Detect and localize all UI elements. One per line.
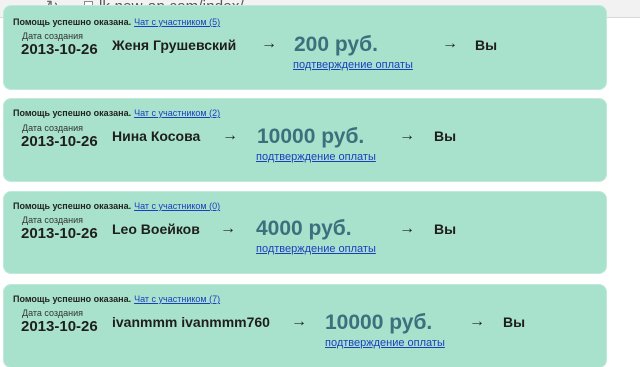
date-label: Дата создания — [22, 308, 83, 318]
payment-card: Помощь успешно оказана. Чат с участником … — [4, 192, 606, 273]
payment-amount: 10000 руб. — [325, 311, 433, 334]
arrow-right-icon: → — [399, 127, 415, 144]
payment-card: Помощь успешно оказана. Чат с участником … — [4, 99, 606, 181]
date-label: Дата создания — [22, 123, 83, 133]
payment-card: Помощь успешно оказана. Чат с участником … — [4, 6, 606, 89]
payment-confirmation-link[interactable]: подтверждение оплаты — [293, 59, 413, 71]
date-label: Дата создания — [22, 215, 83, 225]
arrow-right-icon: → — [469, 313, 485, 330]
recipient-name: Вы — [434, 221, 457, 237]
arrow-right-icon: → — [220, 220, 236, 237]
status-text: Помощь успешно оказана. Чат с участником … — [13, 294, 221, 304]
arrow-right-icon: → — [442, 35, 458, 52]
chat-link[interactable]: Чат с участником (5) — [134, 17, 220, 27]
payment-amount: 10000 руб. — [257, 125, 365, 148]
arrow-right-icon: → — [261, 35, 277, 52]
recipient-name: Вы — [503, 314, 526, 330]
status-text: Помощь успешно оказана. Чат с участником … — [13, 201, 221, 211]
payment-confirmation-link[interactable]: подтверждение оплаты — [256, 151, 376, 163]
recipient-name: Вы — [475, 37, 498, 53]
payment-amount: 200 руб. — [294, 33, 378, 56]
payment-confirmation-link[interactable]: подтверждение оплаты — [256, 243, 376, 255]
arrow-right-icon: → — [291, 313, 307, 330]
date-value: 2013-10-26 — [21, 318, 98, 335]
status-text: Помощь успешно оказана. Чат с участником … — [13, 17, 221, 27]
date-value: 2013-10-26 — [21, 225, 98, 242]
date-value: 2013-10-26 — [21, 41, 98, 58]
sender-name: ivanmmm ivanmmm760 — [112, 314, 270, 330]
sender-name: Leo Воейков — [112, 221, 200, 237]
chat-link[interactable]: Чат с участником (7) — [134, 294, 220, 304]
chat-link[interactable]: Чат с участником (2) — [134, 108, 220, 118]
payment-amount: 4000 руб. — [256, 217, 352, 240]
recipient-name: Вы — [434, 128, 457, 144]
sender-name: Женя Грушевский — [112, 37, 237, 53]
chat-link[interactable]: Чат с участником (0) — [134, 201, 220, 211]
date-label: Дата создания — [22, 31, 83, 41]
sender-name: Нина Косова — [112, 128, 201, 144]
arrow-right-icon: → — [222, 127, 238, 144]
arrow-right-icon: → — [399, 220, 415, 237]
payment-confirmation-link[interactable]: подтверждение оплаты — [325, 337, 445, 349]
payment-card: Помощь успешно оказана. Чат с участником … — [4, 285, 606, 367]
status-text: Помощь успешно оказана. Чат с участником … — [13, 108, 221, 118]
date-value: 2013-10-26 — [21, 133, 98, 150]
